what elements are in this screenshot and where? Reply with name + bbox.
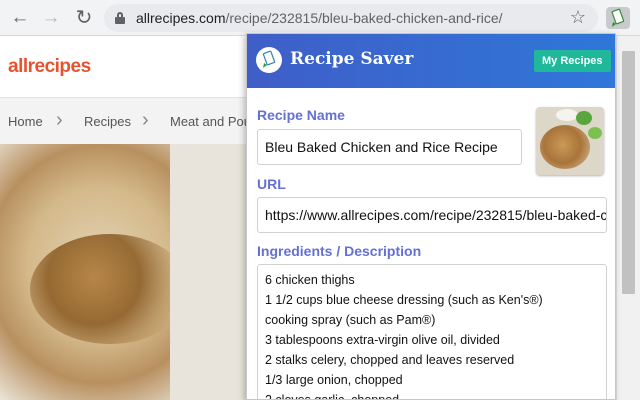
ingredient-line: 6 chicken thighs [265,273,355,287]
allrecipes-logo[interactable]: allrecipes [8,56,91,78]
ingredient-line: 1/3 large onion, chopped [265,373,403,387]
browser-toolbar: ← → ↻ allrecipes.com/recipe/232815/bleu-… [0,0,640,36]
recipe-saver-extension-icon[interactable] [606,7,630,29]
recipe-saver-logo-icon [256,47,282,73]
url-label: URL [257,176,286,192]
recipe-thumbnail[interactable] [536,107,604,175]
breadcrumb-recipes[interactable]: Recipes [84,114,131,129]
scrollbar-thumb[interactable] [622,51,635,294]
url-text: allrecipes.com/recipe/232815/bleu-baked-… [136,10,503,26]
hero-image-food [30,234,190,344]
url-path: /recipe/232815/bleu-baked-chicken-and-ri… [225,10,503,26]
recipe-saver-popup: Recipe Saver My Recipes Recipe Name Bleu… [246,33,616,400]
popup-header: Recipe Saver My Recipes [247,34,615,88]
ingredients-label: Ingredients / Description [257,243,422,259]
address-bar[interactable]: allrecipes.com/recipe/232815/bleu-baked-… [104,4,598,32]
ingredient-line: cooking spray (such as Pam®) [265,313,436,327]
my-recipes-button[interactable]: My Recipes [534,50,611,72]
ingredient-line: 2 cloves garlic, chopped [265,393,400,400]
ingredient-line: 1 1/2 cups blue cheese dressing (such as… [265,293,543,307]
breadcrumb-home[interactable]: Home [8,114,43,129]
bookmark-star-icon[interactable]: ☆ [570,7,586,28]
lock-icon[interactable] [115,12,125,24]
forward-arrow-icon[interactable]: → [40,7,62,29]
url-host: allrecipes.com [136,10,226,26]
recipe-name-label: Recipe Name [257,107,345,123]
chevron-right-icon: › [56,109,63,131]
chevron-right-icon: › [142,109,149,131]
ingredient-line: 2 stalks celery, chopped and leaves rese… [265,353,515,367]
reload-icon[interactable]: ↻ [73,7,95,29]
ingredient-line: 3 tablespoons extra-virgin olive oil, di… [265,333,500,347]
page-scrollbar[interactable] [616,36,640,400]
recipe-name-input[interactable]: Bleu Baked Chicken and Rice Recipe [257,129,522,165]
ingredients-textarea[interactable]: 6 chicken thighs 1 1/2 cups blue cheese … [257,264,607,400]
back-arrow-icon[interactable]: ← [9,7,31,29]
url-input[interactable]: https://www.allrecipes.com/recipe/232815… [257,197,607,233]
breadcrumb-meat-and-poultry[interactable]: Meat and Pou [170,114,251,129]
popup-title: Recipe Saver [290,49,414,69]
